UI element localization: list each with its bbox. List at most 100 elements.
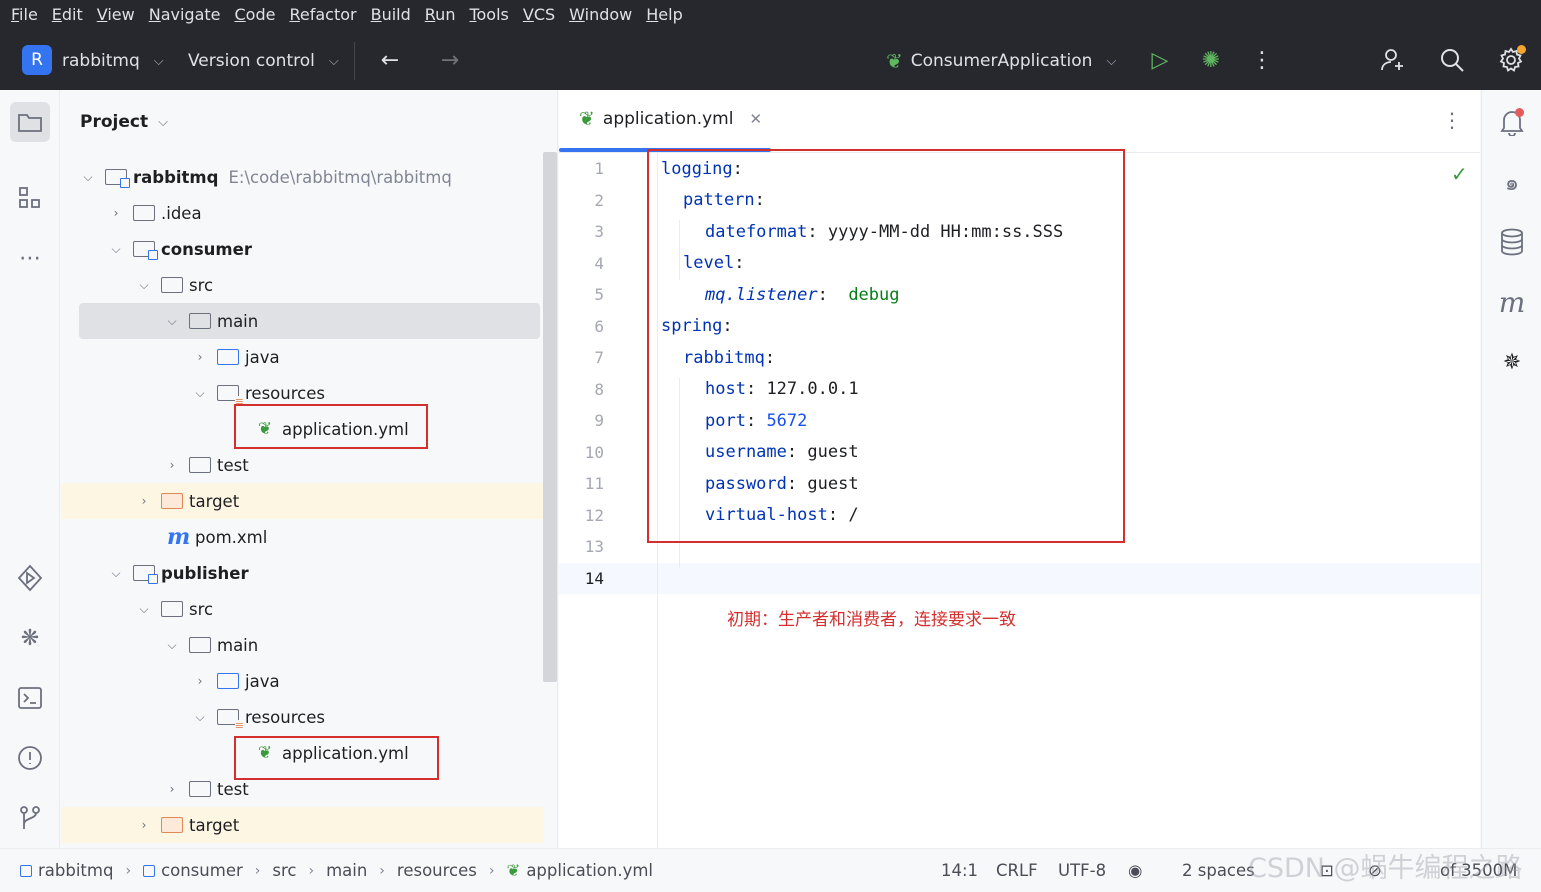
folder-icon[interactable] [10, 102, 50, 142]
line-number: 14 [584, 569, 604, 588]
close-icon[interactable]: ✕ [749, 110, 762, 128]
tree-item-main[interactable]: ⌵ main [61, 627, 543, 663]
folder-icon [189, 457, 211, 473]
tree-item-test[interactable]: › test [61, 447, 543, 483]
more-vertical-icon[interactable]: ⋮ [1442, 108, 1462, 132]
gear-icon[interactable] [1496, 45, 1526, 75]
menu-help[interactable]: Help [639, 0, 689, 30]
breadcrumb-item[interactable]: application.yml [526, 861, 653, 880]
tree-item-rabbitmq[interactable]: ⌵ rabbitmq E:\code\rabbitmq\rabbitmq [61, 159, 543, 195]
file-encoding[interactable]: UTF-8 [1058, 861, 1106, 880]
plugins-icon[interactable]: ❋ [10, 618, 50, 658]
annotation-text: 初期：生产者和消费者，连接要求一致 [727, 610, 1016, 630]
menu-build[interactable]: Build [364, 0, 418, 30]
chevron-right-icon[interactable]: › [109, 206, 123, 220]
menu-code[interactable]: Code [228, 0, 283, 30]
menu-vcs[interactable]: VCS [516, 0, 562, 30]
chevron-down-icon[interactable]: ⌵ [193, 710, 207, 725]
tree-item-main[interactable]: ⌵ main [79, 303, 540, 339]
line-number: 4 [594, 254, 604, 273]
menu-run[interactable]: Run [418, 0, 463, 30]
maven-icon[interactable]: m [1492, 282, 1532, 322]
project-panel-title[interactable]: Project ⌵ [80, 112, 168, 132]
breadcrumb: rabbitmq › consumer › src › main › resou… [20, 861, 653, 880]
chevron-down-icon[interactable]: ⌵ [165, 314, 179, 329]
tree-item-label: main [217, 635, 259, 655]
menu-file[interactable]: File [4, 0, 45, 30]
problems-icon[interactable] [10, 738, 50, 778]
more-horizontal-icon[interactable]: ⋯ [10, 238, 50, 278]
menu-window[interactable]: Window [562, 0, 639, 30]
arrow-left-icon[interactable]: ← [375, 45, 405, 75]
indent-setting[interactable]: 2 spaces [1182, 861, 1255, 880]
breadcrumb-item[interactable]: rabbitmq [38, 861, 113, 880]
maven-icon: m [167, 524, 191, 550]
menu-tools[interactable]: Tools [462, 0, 515, 30]
run-configuration-selector[interactable]: ❦ ConsumerApplication ⌵ [886, 46, 1116, 76]
chevron-down-icon[interactable]: ⌵ [109, 566, 123, 581]
more-vertical-icon[interactable]: ⋮ [1247, 45, 1277, 75]
tree-item-idea[interactable]: › .idea [61, 195, 543, 231]
plugin-tool-icon[interactable]: ✵ [1492, 342, 1532, 382]
ai-assistant-icon[interactable]: ๑ [1492, 162, 1532, 202]
chevron-down-icon[interactable]: ⌵ [137, 278, 151, 293]
services-icon[interactable] [10, 558, 50, 598]
run-icon[interactable]: ▷ [1145, 45, 1175, 75]
tree-item-java[interactable]: › java [61, 663, 543, 699]
bell-icon[interactable] [1492, 102, 1532, 142]
version-control-selector[interactable]: Version control ⌵ [188, 46, 339, 76]
project-badge[interactable]: R [22, 45, 52, 75]
chevron-down-icon[interactable]: ⌵ [193, 386, 207, 401]
structure-icon[interactable] [10, 178, 50, 218]
tree-item-resources[interactable]: ⌵ resources [61, 699, 543, 735]
arrow-right-icon[interactable]: → [435, 45, 465, 75]
project-selector[interactable]: rabbitmq ⌵ [62, 46, 164, 76]
tree-item-target[interactable]: › target [61, 483, 543, 519]
tree-item-pom-xml[interactable]: m pom.xml [61, 519, 543, 555]
breadcrumb-item[interactable]: resources [397, 861, 477, 880]
chevron-down-icon[interactable]: ⌵ [137, 602, 151, 617]
breadcrumb-item[interactable]: consumer [161, 861, 243, 880]
chevron-right-icon[interactable]: › [193, 350, 207, 364]
tree-item-src[interactable]: ⌵ src [61, 267, 543, 303]
highlight-box [647, 149, 1125, 543]
line-separator[interactable]: CRLF [996, 861, 1038, 880]
tree-item-java[interactable]: › java [61, 339, 543, 375]
add-user-icon[interactable] [1378, 45, 1408, 75]
chevron-right-icon[interactable]: › [165, 782, 179, 796]
breadcrumb-item[interactable]: src [272, 861, 296, 880]
chevron-right-icon[interactable]: › [137, 494, 151, 508]
tree-item-label: resources [245, 707, 325, 727]
tab-application-yml[interactable]: ❦ application.yml ✕ [579, 108, 762, 130]
line-number: 2 [594, 191, 604, 210]
database-icon[interactable] [1492, 222, 1532, 262]
tree-item-target[interactable]: › target [61, 807, 543, 843]
terminal-icon[interactable] [10, 678, 50, 718]
menu-edit[interactable]: Edit [45, 0, 90, 30]
debug-icon[interactable]: ✺ [1196, 45, 1226, 75]
git-branch-icon[interactable] [10, 798, 50, 838]
menu-navigate[interactable]: Navigate [142, 0, 228, 30]
caret-position[interactable]: 14:1 [941, 861, 978, 880]
breadcrumb-item[interactable]: main [326, 861, 367, 880]
project-scrollbar[interactable] [543, 152, 557, 682]
folder-icon [189, 781, 211, 797]
search-icon[interactable] [1437, 45, 1467, 75]
tree-item-src[interactable]: ⌵ src [61, 591, 543, 627]
menu-refactor[interactable]: Refactor [282, 0, 363, 30]
line-number: 9 [594, 411, 604, 430]
chevron-right-icon[interactable]: › [137, 818, 151, 832]
chevron-down-icon[interactable]: ⌵ [109, 242, 123, 257]
chevron-right-icon: › [488, 862, 495, 879]
tree-item-consumer[interactable]: ⌵ consumer [61, 231, 543, 267]
check-icon[interactable]: ✓ [1451, 162, 1468, 186]
tree-item-label: target [189, 815, 240, 835]
chevron-down-icon[interactable]: ⌵ [81, 170, 95, 185]
menu-view[interactable]: View [90, 0, 142, 30]
folder-icon [133, 205, 155, 221]
chevron-down-icon[interactable]: ⌵ [165, 638, 179, 653]
chevron-right-icon[interactable]: › [165, 458, 179, 472]
chevron-right-icon[interactable]: › [193, 674, 207, 688]
eye-icon[interactable]: ◉ [1128, 861, 1142, 880]
tree-item-publisher[interactable]: ⌵ publisher [61, 555, 543, 591]
